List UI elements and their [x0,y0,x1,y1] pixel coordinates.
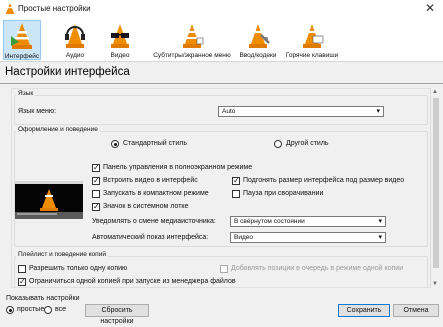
chevron-down-icon: ▾ [378,234,382,241]
scroll-up-icon[interactable]: ▲ [432,89,438,95]
tab-input-codecs[interactable]: Ввод/кодеки [236,20,280,60]
interface-preview-image [15,181,83,219]
title-divider [0,83,443,84]
reset-button[interactable]: Сбросить настройки [85,304,149,325]
one-instance-label: Разрешить только одну копию [29,265,128,272]
title-bar: Простые настройки ✕ [0,0,443,18]
notify-label: Уведомлять о смене медиаисточника: [92,218,216,225]
all-radio[interactable] [44,306,52,314]
scroll-thumb[interactable] [433,98,439,268]
interface-cone-icon [4,22,40,52]
save-button[interactable]: Сохранить [338,304,390,317]
minimal-view-label: Запускать в компактном режиме [103,190,209,197]
close-icon[interactable]: ✕ [425,1,435,15]
chevron-down-icon: ▾ [376,108,380,115]
panel-scrollbar[interactable]: ▲ ▼ [430,88,440,288]
autoraise-label: Автоматический показ интерфейса: [92,234,209,241]
minimal-view-checkbox[interactable] [92,190,100,198]
menu-language-label: Язык меню: [18,108,57,115]
autoraise-select[interactable]: Видео ▾ [230,232,386,243]
enqueue-label: Добавлять позиции в очередь в режиме одн… [231,265,404,272]
tab-video[interactable]: Видео [100,20,140,60]
tab-input-codecs-label: Ввод/кодеки [239,52,277,59]
menu-language-value: Auto [222,108,236,115]
simple-radio[interactable] [6,306,14,314]
scroll-down-icon[interactable]: ▼ [432,281,438,287]
bottom-bar: Показывать настройки простые все Сбросит… [0,292,443,325]
tab-audio-label: Аудио [65,52,85,59]
one-instance-fm-checkbox[interactable]: ✓ [18,278,26,286]
style-other-radio[interactable] [274,140,282,148]
look-legend: Оформление и поведение [16,126,100,133]
style-standard-label: Стандартный стиль [123,140,187,147]
embed-video-label: Встроить видео в интерфейс [103,177,198,184]
playlist-legend: Плейлист и поведение копий [16,251,108,258]
notify-select[interactable]: В свёрнутом состоянии ▾ [230,216,386,227]
simple-label: простые [17,306,45,313]
autoraise-value: Видео [234,234,253,241]
notify-value: В свёрнутом состоянии [234,218,305,225]
tab-subtitles-label: Субтитры/экранное меню [153,52,231,59]
glasses-cone-icon [100,21,140,51]
tab-video-label: Видео [110,52,130,59]
one-instance-fm-label: Ограничиться одной копией при запуске из… [29,278,236,285]
fullscreen-controls-checkbox[interactable]: ✓ [92,164,100,172]
embed-video-checkbox[interactable]: ✓ [92,177,100,185]
codec-cone-icon [236,21,280,51]
tab-hotkeys[interactable]: Горячие клавиши [282,20,342,60]
tab-interface-label: Интерфейс [4,53,40,60]
page-title: Настройки интерфейса [5,66,130,78]
window-title: Простые настройки [18,4,91,13]
show-settings-label: Показывать настройки [6,295,80,302]
hotkeys-cone-icon [282,21,342,51]
fullscreen-controls-label: Панель управления в полноэкранном режиме [103,164,253,171]
systray-label: Значок в системном лотке [103,203,189,210]
resize-to-video-label: Подгонять размер интерфейса под размер в… [243,177,405,184]
cancel-button[interactable]: Отмена [393,304,439,317]
headphones-cone-icon [55,21,95,51]
enqueue-checkbox[interactable] [220,265,228,273]
tab-subtitles[interactable]: Субтитры/экранное меню [146,20,238,60]
one-instance-checkbox[interactable] [18,265,26,273]
pause-minimized-checkbox[interactable] [232,190,240,198]
tab-hotkeys-label: Горячие клавиши [285,52,339,59]
resize-to-video-checkbox[interactable]: ✓ [232,177,240,185]
all-label: все [55,306,67,313]
style-standard-radio[interactable] [111,140,119,148]
systray-checkbox[interactable]: ✓ [92,203,100,211]
tab-audio[interactable]: Аудио [55,20,95,60]
vlc-cone-icon [5,3,15,16]
menu-language-select[interactable]: Auto ▾ [218,106,384,117]
subtitles-cone-icon [146,21,238,51]
language-legend: Язык [16,90,36,97]
pause-minimized-label: Пауза при сворачивании [243,190,324,197]
category-toolbar: Интерфейс Аудио Видео Субтитры/экранное … [0,18,443,62]
style-other-label: Другой стиль [286,140,329,147]
chevron-down-icon: ▾ [378,218,382,225]
tab-interface[interactable]: Интерфейс [3,20,41,60]
